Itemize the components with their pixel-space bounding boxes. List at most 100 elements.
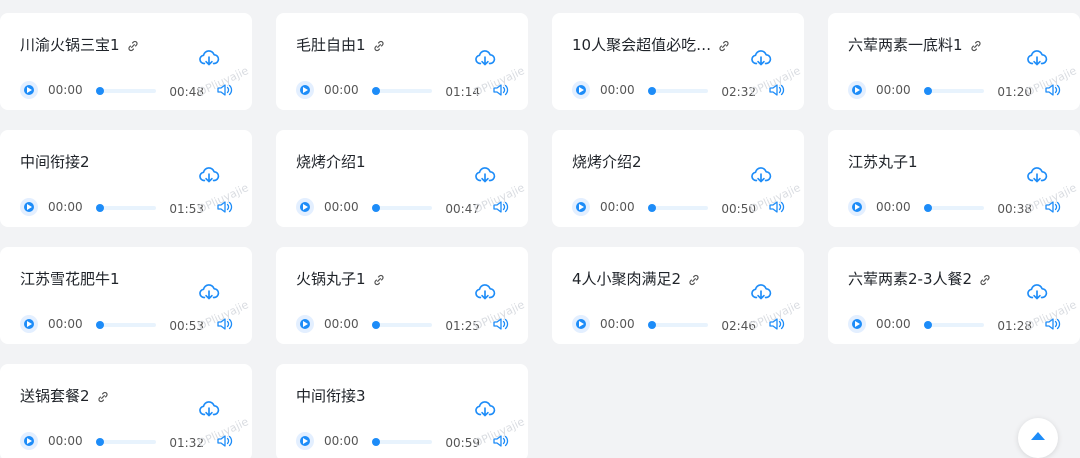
cloud-download-icon[interactable] bbox=[1026, 164, 1048, 186]
progress-knob[interactable] bbox=[96, 321, 104, 329]
audio-title: 江苏雪花肥牛1 bbox=[20, 270, 120, 288]
progress-bar[interactable] bbox=[372, 321, 432, 329]
progress-bar[interactable] bbox=[372, 438, 432, 446]
progress-knob[interactable] bbox=[924, 204, 932, 212]
link-icon[interactable] bbox=[372, 38, 386, 52]
progress-bar[interactable] bbox=[96, 87, 156, 95]
cloud-download-icon[interactable] bbox=[474, 47, 496, 69]
link-icon[interactable] bbox=[978, 272, 992, 286]
volume-icon[interactable] bbox=[216, 199, 234, 215]
progress-bar[interactable] bbox=[96, 321, 156, 329]
progress-knob[interactable] bbox=[648, 321, 656, 329]
cloud-download-icon[interactable] bbox=[750, 47, 772, 69]
progress-bar[interactable] bbox=[648, 321, 708, 329]
link-icon[interactable] bbox=[372, 272, 386, 286]
volume-icon[interactable] bbox=[492, 316, 510, 332]
duration: 02:32 bbox=[721, 85, 756, 99]
volume-icon[interactable] bbox=[768, 82, 786, 98]
link-icon[interactable] bbox=[126, 38, 140, 52]
duration: 00:48 bbox=[169, 85, 204, 99]
volume-icon[interactable] bbox=[768, 199, 786, 215]
play-icon[interactable] bbox=[848, 198, 866, 216]
play-icon[interactable] bbox=[572, 198, 590, 216]
progress-knob[interactable] bbox=[96, 204, 104, 212]
progress-bar[interactable] bbox=[648, 87, 708, 95]
audio-title: 中间衔接2 bbox=[20, 153, 90, 171]
cloud-download-icon[interactable] bbox=[474, 164, 496, 186]
play-icon[interactable] bbox=[848, 81, 866, 99]
link-icon[interactable] bbox=[96, 389, 110, 403]
play-icon[interactable] bbox=[20, 198, 38, 216]
volume-icon[interactable] bbox=[1044, 199, 1062, 215]
cloud-download-icon[interactable] bbox=[474, 281, 496, 303]
play-icon[interactable] bbox=[20, 81, 38, 99]
volume-icon[interactable] bbox=[492, 82, 510, 98]
current-time: 00:00 bbox=[876, 317, 911, 331]
scroll-to-top-button[interactable] bbox=[1018, 418, 1058, 458]
progress-knob[interactable] bbox=[96, 87, 104, 95]
cloud-download-icon[interactable] bbox=[750, 164, 772, 186]
play-icon[interactable] bbox=[296, 198, 314, 216]
cloud-download-icon[interactable] bbox=[198, 281, 220, 303]
progress-knob[interactable] bbox=[648, 87, 656, 95]
audio-card: 六荤两素2-3人餐2 00:00 01:28 DPliuyajie bbox=[828, 247, 1080, 344]
duration: 00:53 bbox=[169, 319, 204, 333]
audio-player: 00:00 01:25 bbox=[296, 315, 514, 333]
audio-player: 00:00 00:53 bbox=[20, 315, 238, 333]
progress-bar[interactable] bbox=[372, 204, 432, 212]
volume-icon[interactable] bbox=[1044, 82, 1062, 98]
progress-bar[interactable] bbox=[924, 321, 984, 329]
progress-bar[interactable] bbox=[924, 87, 984, 95]
play-icon[interactable] bbox=[848, 315, 866, 333]
play-icon[interactable] bbox=[572, 81, 590, 99]
link-icon[interactable] bbox=[717, 38, 731, 52]
play-icon[interactable] bbox=[296, 432, 314, 450]
audio-card: 中间衔接3 00:00 00:59 DPliuyajie bbox=[276, 364, 528, 458]
volume-icon[interactable] bbox=[216, 82, 234, 98]
cloud-download-icon[interactable] bbox=[198, 398, 220, 420]
volume-icon[interactable] bbox=[492, 199, 510, 215]
audio-card: 烧烤介绍2 00:00 00:50 DPliuyajie bbox=[552, 130, 804, 227]
cloud-download-icon[interactable] bbox=[1026, 281, 1048, 303]
duration: 00:47 bbox=[445, 202, 480, 216]
progress-knob[interactable] bbox=[372, 204, 380, 212]
play-icon[interactable] bbox=[572, 315, 590, 333]
progress-knob[interactable] bbox=[96, 438, 104, 446]
audio-card: 川渝火锅三宝1 00:00 00:48 DPliuyajie bbox=[0, 13, 252, 110]
play-icon[interactable] bbox=[20, 432, 38, 450]
volume-icon[interactable] bbox=[216, 316, 234, 332]
current-time: 00:00 bbox=[324, 83, 359, 97]
play-icon[interactable] bbox=[296, 81, 314, 99]
volume-icon[interactable] bbox=[1044, 316, 1062, 332]
cloud-download-icon[interactable] bbox=[474, 398, 496, 420]
progress-knob[interactable] bbox=[924, 87, 932, 95]
progress-bar[interactable] bbox=[96, 204, 156, 212]
link-icon[interactable] bbox=[969, 38, 983, 52]
audio-player: 00:00 01:20 bbox=[848, 81, 1066, 99]
progress-bar[interactable] bbox=[924, 204, 984, 212]
progress-knob[interactable] bbox=[372, 87, 380, 95]
progress-knob[interactable] bbox=[924, 321, 932, 329]
volume-icon[interactable] bbox=[492, 433, 510, 449]
play-icon[interactable] bbox=[296, 315, 314, 333]
cloud-download-icon[interactable] bbox=[750, 281, 772, 303]
progress-bar[interactable] bbox=[648, 204, 708, 212]
volume-icon[interactable] bbox=[768, 316, 786, 332]
cloud-download-icon[interactable] bbox=[198, 164, 220, 186]
audio-title: 4人小聚肉满足2 bbox=[572, 270, 682, 288]
progress-knob[interactable] bbox=[648, 204, 656, 212]
audio-card: 送锅套餐2 00:00 01:32 DPliuyajie bbox=[0, 364, 252, 458]
audio-title: 六荤两素一底料1 bbox=[848, 36, 963, 54]
link-icon[interactable] bbox=[687, 272, 701, 286]
audio-card: 10人聚会超值必吃… 00:00 02:32 DPliuyajie bbox=[552, 13, 804, 110]
volume-icon[interactable] bbox=[216, 433, 234, 449]
progress-knob[interactable] bbox=[372, 321, 380, 329]
play-icon[interactable] bbox=[20, 315, 38, 333]
progress-bar[interactable] bbox=[96, 438, 156, 446]
progress-knob[interactable] bbox=[372, 438, 380, 446]
cloud-download-icon[interactable] bbox=[1026, 47, 1048, 69]
current-time: 00:00 bbox=[876, 83, 911, 97]
current-time: 00:00 bbox=[48, 200, 83, 214]
progress-bar[interactable] bbox=[372, 87, 432, 95]
cloud-download-icon[interactable] bbox=[198, 47, 220, 69]
